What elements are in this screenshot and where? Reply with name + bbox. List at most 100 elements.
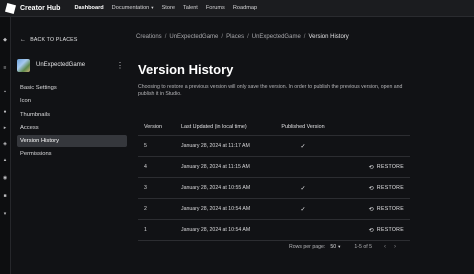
last-updated: January 28, 2024 at 10:54 AM: [181, 206, 251, 212]
arrow-left-icon: ←: [20, 37, 27, 43]
experience-header: UnExpectedGame ⋮: [17, 57, 124, 73]
table-row: 5 January 28, 2024 at 11:17 AM ✓: [138, 136, 410, 157]
menu-icon[interactable]: ≡: [2, 65, 8, 71]
chevron-down-icon: ▾: [151, 5, 154, 10]
experience-name: UnExpectedGame: [36, 62, 86, 68]
checkmark-icon: ✓: [300, 143, 306, 150]
page-title: Version History: [138, 62, 234, 77]
nav-label: Talent: [182, 5, 198, 11]
table-row: 1 January 28, 2024 at 10:54 AM ⟲ RESTORE: [138, 220, 410, 241]
chevron-down-icon: ▾: [338, 244, 341, 249]
back-label: BACK TO PLACES: [30, 37, 78, 43]
analytics-icon[interactable]: ▪: [2, 89, 8, 95]
audience-icon[interactable]: ◈: [2, 141, 8, 147]
last-updated: January 28, 2024 at 11:15 AM: [181, 164, 250, 170]
sidebar-item-access[interactable]: Access: [17, 122, 127, 134]
breadcrumb-separator: /: [303, 34, 306, 40]
pagination: Rows per page: 50 ▾ 1-5 of 5 ‹ ›: [289, 244, 404, 250]
sidebar-item-permissions[interactable]: Permissions: [17, 148, 127, 160]
restore-button[interactable]: ⟲ RESTORE: [369, 227, 404, 234]
restore-icon: ⟲: [368, 164, 374, 171]
last-updated: January 28, 2024 at 10:54 AM: [181, 227, 251, 233]
nav-store[interactable]: Store: [162, 5, 175, 11]
checkmark-icon: ✓: [300, 185, 306, 192]
breadcrumb-current: Version History: [308, 34, 349, 40]
published-cell: ✓: [278, 143, 328, 150]
nav-label: Dashboard: [74, 5, 104, 11]
restore-label: RESTORE: [376, 206, 404, 212]
version-number: 2: [144, 206, 147, 212]
creations-icon[interactable]: ◆: [2, 37, 8, 43]
nav-talent[interactable]: Talent: [183, 5, 198, 11]
breadcrumb-link[interactable]: Creations: [136, 34, 162, 40]
engagement-icon[interactable]: ▸: [2, 125, 8, 131]
rows-per-page-value: 50: [330, 244, 337, 250]
restore-button[interactable]: ⟲ RESTORE: [369, 206, 404, 213]
page-description: Choosing to restore a previous version w…: [138, 84, 403, 97]
back-to-places-link[interactable]: ← BACK TO PLACES: [20, 37, 78, 43]
version-number: 5: [144, 143, 147, 149]
last-updated: January 28, 2024 at 10:55 AM: [181, 185, 251, 191]
restore-button[interactable]: ⟲ RESTORE: [369, 185, 404, 192]
table-header: Version Last Updated (in local time) Pub…: [138, 118, 410, 136]
published-cell: ✓: [278, 206, 328, 213]
restore-icon: ⟲: [368, 185, 374, 192]
top-navigation-bar: Creator Hub Dashboard Documentation ▾ Sto…: [0, 0, 474, 17]
monetization-icon[interactable]: ●: [2, 109, 8, 115]
sidebar-item-label: Version History: [20, 138, 59, 144]
experience-thumbnail: [17, 58, 30, 72]
restore-label: RESTORE: [376, 227, 404, 233]
breadcrumb-link[interactable]: Places: [226, 34, 244, 40]
action-cell: ⟲ RESTORE: [328, 206, 410, 213]
roblox-logo-icon[interactable]: [4, 2, 17, 14]
previous-page-icon[interactable]: ‹: [384, 244, 386, 250]
header-published: Published Version: [281, 123, 325, 130]
next-page-icon[interactable]: ›: [394, 244, 396, 250]
version-number: 3: [144, 185, 147, 191]
version-number: 1: [144, 227, 147, 233]
restore-icon: ⟲: [368, 227, 374, 234]
sidebar-item-icon[interactable]: Icon: [17, 95, 127, 107]
action-cell: ⟲ RESTORE: [328, 185, 410, 192]
sidebar-item-label: Basic Settings: [20, 85, 57, 91]
breadcrumb-separator: /: [221, 34, 224, 40]
version-number: 4: [144, 164, 147, 170]
version-table: Version Last Updated (in local time) Pub…: [138, 118, 410, 241]
breadcrumb-link[interactable]: UnExpectedGame: [169, 34, 218, 40]
last-updated: January 28, 2024 at 11:17 AM: [181, 143, 250, 149]
nav-label: Forums: [205, 5, 225, 11]
breadcrumb-separator: /: [247, 34, 249, 40]
published-cell: ✓: [278, 185, 328, 192]
header-last-updated: Last Updated (in local time): [181, 123, 247, 130]
sidebar-item-label: Thumbnails: [20, 112, 50, 118]
table-row: 2 January 28, 2024 at 10:54 AM ✓ ⟲ RESTORE: [138, 199, 410, 220]
table-row: 3 January 28, 2024 at 10:55 AM ✓ ⟲ RESTORE: [138, 178, 410, 199]
pagination-range: 1-5 of 5: [354, 244, 372, 250]
restore-button[interactable]: ⟲ RESTORE: [369, 164, 404, 171]
breadcrumb: Creations / UnExpectedGame / Places / UnExpect…: [136, 34, 349, 40]
restore-label: RESTORE: [376, 185, 404, 191]
action-cell: ⟲ RESTORE: [328, 227, 410, 234]
breadcrumb-separator: /: [164, 34, 167, 40]
nav-roadmap[interactable]: Roadmap: [233, 5, 257, 11]
brand-title[interactable]: Creator Hub: [20, 5, 60, 12]
table-body: 5 January 28, 2024 at 11:17 AM ✓ 4 January 2…: [138, 136, 410, 241]
store-icon[interactable]: ■: [2, 193, 8, 199]
sidebar-item-basic-settings[interactable]: Basic Settings: [17, 82, 127, 94]
sidebar-item-version-history[interactable]: Version History: [17, 135, 127, 147]
nav-dashboard[interactable]: Dashboard: [74, 5, 103, 11]
settings-icon[interactable]: ◉: [2, 175, 8, 181]
help-icon[interactable]: ▾: [2, 211, 8, 217]
more-options-icon[interactable]: ⋮: [116, 61, 124, 70]
sidebar-item-thumbnails[interactable]: Thumbnails: [17, 109, 127, 121]
nav-forums[interactable]: Forums: [206, 5, 225, 11]
restore-label: RESTORE: [376, 164, 404, 170]
nav-label: Roadmap: [232, 5, 258, 11]
table-row: 4 January 28, 2024 at 11:15 AM ⟲ RESTORE: [138, 157, 410, 178]
breadcrumb-link[interactable]: UnExpectedGame: [252, 34, 301, 40]
events-icon[interactable]: ▴: [2, 157, 8, 163]
rows-per-page-select[interactable]: 50 ▾: [330, 244, 340, 250]
header-version: Version: [144, 123, 162, 130]
nav-documentation[interactable]: Documentation ▾: [112, 5, 154, 11]
sidebar: ← BACK TO PLACES UnExpectedGame ⋮ Basic …: [11, 17, 127, 274]
